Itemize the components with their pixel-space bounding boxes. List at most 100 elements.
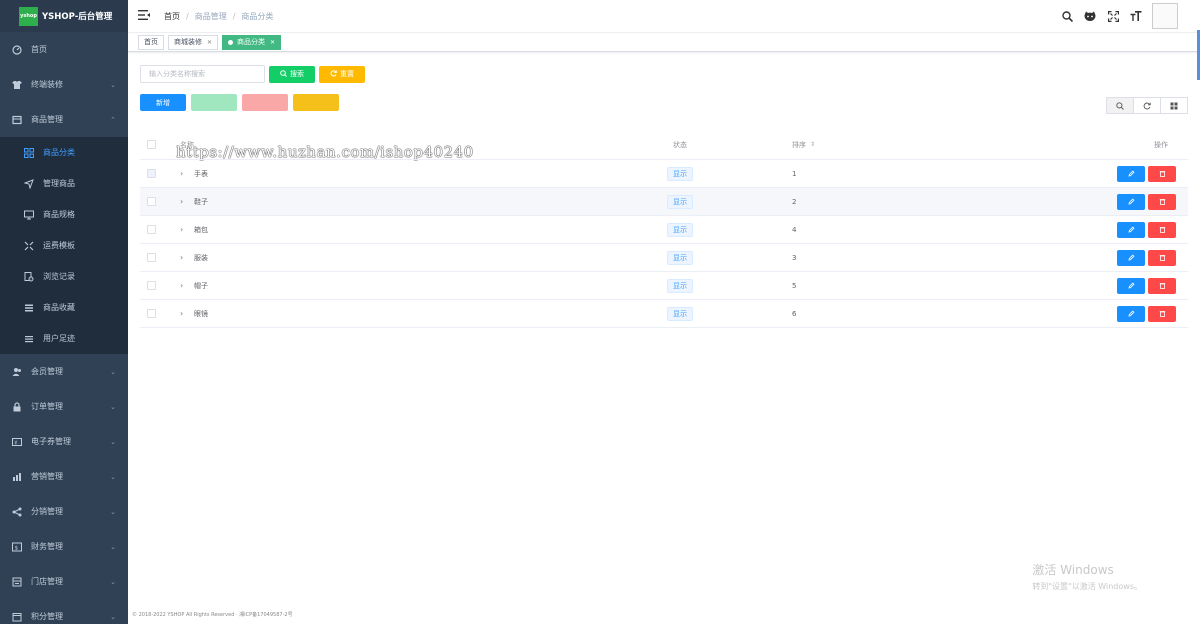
- hamburger-icon[interactable]: [138, 9, 152, 23]
- row-delete-button[interactable]: [1148, 277, 1176, 294]
- fullscreen-icon[interactable]: [1106, 9, 1120, 23]
- header-sort-label: 排序: [792, 140, 806, 149]
- coupon-icon: ¥: [12, 437, 22, 447]
- row-delete-button[interactable]: [1148, 249, 1176, 266]
- main-content: 输入分类名称搜索 搜索 重置 新增 https://www.huzhan.com…: [128, 52, 1200, 624]
- sidebar-item-home[interactable]: 首页: [0, 32, 128, 67]
- sidebar-item-specs[interactable]: 商品规格: [0, 199, 128, 230]
- sidebar-item-products[interactable]: 商品管理 ⌃: [0, 102, 128, 137]
- sidebar-item-shipping[interactable]: 运费模板: [0, 230, 128, 261]
- row-checkbox[interactable]: [147, 281, 156, 290]
- sidebar-item-finance[interactable]: $ 财务管理 ⌄: [0, 529, 128, 564]
- chevron-right-icon[interactable]: ›: [180, 169, 190, 178]
- sidebar-item-manage-products[interactable]: 管理商品: [0, 168, 128, 199]
- close-icon[interactable]: ✕: [270, 39, 275, 46]
- table-row[interactable]: › 手表 显示 1: [140, 160, 1188, 188]
- points-icon: [12, 612, 22, 622]
- row-checkbox[interactable]: [147, 169, 156, 178]
- row-delete-button[interactable]: [1148, 221, 1176, 238]
- trash-icon: [1159, 199, 1165, 205]
- github-icon[interactable]: [1083, 9, 1097, 23]
- chevron-right-icon[interactable]: ›: [180, 309, 190, 318]
- sidebar-item-favorites[interactable]: 商品收藏: [0, 292, 128, 323]
- delete-button[interactable]: [242, 94, 288, 111]
- chevron-down-icon: ⌄: [110, 80, 116, 89]
- search-icon[interactable]: [1060, 9, 1074, 23]
- breadcrumb-products[interactable]: 商品管理: [195, 11, 227, 22]
- chevron-right-icon[interactable]: ›: [180, 253, 190, 262]
- chevron-right-icon[interactable]: ›: [180, 225, 190, 234]
- row-checkbox[interactable]: [147, 253, 156, 262]
- status-badge: 显示: [667, 250, 693, 265]
- export-button[interactable]: [293, 94, 339, 111]
- row-delete-button[interactable]: [1148, 305, 1176, 322]
- category-search-input[interactable]: 输入分类名称搜索: [140, 65, 265, 83]
- row-checkbox[interactable]: [147, 309, 156, 318]
- add-button[interactable]: 新增: [140, 94, 186, 111]
- search-button[interactable]: 搜索: [269, 65, 315, 83]
- row-checkbox[interactable]: [147, 225, 156, 234]
- table-row[interactable]: › 服装 显示 3: [140, 244, 1188, 272]
- sort-icon[interactable]: ⇕: [810, 141, 815, 148]
- search-bar: 输入分类名称搜索 搜索 重置: [140, 65, 365, 83]
- sidebar-item-label: 首页: [31, 45, 47, 54]
- row-name: 帽子: [194, 281, 208, 290]
- sidebar-item-label: 管理商品: [43, 179, 75, 188]
- table-row[interactable]: › 鞋子 显示 2: [140, 188, 1188, 216]
- row-delete-button[interactable]: [1148, 165, 1176, 182]
- sidebar-item-history[interactable]: 浏览记录: [0, 261, 128, 292]
- tag-home[interactable]: 首页: [138, 34, 164, 50]
- sidebar-item-points[interactable]: 积分管理 ⌄: [0, 599, 128, 624]
- font-size-icon[interactable]: [1129, 9, 1143, 23]
- row-sort: 3: [792, 253, 797, 262]
- chevron-right-icon[interactable]: ›: [180, 197, 190, 206]
- select-all-checkbox[interactable]: [147, 140, 156, 149]
- action-toolbar: 新增: [140, 94, 344, 111]
- grid-icon: [24, 147, 34, 158]
- sidebar-item-footprints[interactable]: 用户足迹: [0, 323, 128, 354]
- row-delete-button[interactable]: [1148, 193, 1176, 210]
- columns-button[interactable]: [1160, 97, 1188, 114]
- avatar[interactable]: [1152, 3, 1178, 29]
- status-badge: 显示: [667, 222, 693, 237]
- chevron-right-icon[interactable]: ›: [180, 281, 190, 290]
- reset-button[interactable]: 重置: [319, 65, 365, 83]
- row-edit-button[interactable]: [1117, 221, 1145, 238]
- sidebar-item-stores[interactable]: 门店管理 ⌄: [0, 564, 128, 599]
- sidebar-item-label: 营销管理: [31, 472, 63, 481]
- breadcrumb-home[interactable]: 首页: [164, 11, 180, 22]
- sidebar-item-category[interactable]: 商品分类: [0, 137, 128, 168]
- breadcrumb-separator: /: [232, 11, 236, 21]
- users-icon: [12, 367, 22, 377]
- sidebar-item-members[interactable]: 会员管理 ⌄: [0, 354, 128, 389]
- header-sort[interactable]: 排序 ⇕: [760, 140, 1100, 150]
- submenu-products: 商品分类 管理商品 商品规格 运费模板 浏览记录 商品收藏 用户足迹: [0, 137, 128, 354]
- sidebar-item-decoration[interactable]: 终端装修 ⌄: [0, 67, 128, 102]
- toggle-search-button[interactable]: [1106, 97, 1134, 114]
- expand-icon: [24, 241, 34, 251]
- monitor-icon: [24, 210, 34, 220]
- chevron-down-icon: ⌄: [110, 542, 116, 551]
- sidebar-item-distribution[interactable]: 分销管理 ⌄: [0, 494, 128, 529]
- row-edit-button[interactable]: [1117, 249, 1145, 266]
- chevron-down-icon: ⌄: [110, 402, 116, 411]
- row-checkbox[interactable]: [147, 197, 156, 206]
- row-edit-button[interactable]: [1117, 193, 1145, 210]
- refresh-button[interactable]: [1133, 97, 1161, 114]
- table-row[interactable]: › 眼镜 显示 6: [140, 300, 1188, 328]
- sidebar: yshop YSHOP-后台管理 首页 终端装修 ⌄ 商品管理 ⌃ 商品分类 管…: [0, 0, 128, 624]
- tag-category[interactable]: 商品分类 ✕: [222, 34, 282, 50]
- row-edit-button[interactable]: [1117, 165, 1145, 182]
- close-icon[interactable]: ✕: [207, 39, 212, 46]
- search-icon: [1116, 101, 1124, 110]
- row-edit-button[interactable]: [1117, 305, 1145, 322]
- table-row[interactable]: › 帽子 显示 5: [140, 272, 1188, 300]
- logo-bar[interactable]: yshop YSHOP-后台管理: [0, 0, 128, 32]
- edit-button[interactable]: [191, 94, 237, 111]
- table-row[interactable]: › 箱包 显示 4: [140, 216, 1188, 244]
- sidebar-item-marketing[interactable]: 营销管理 ⌄: [0, 459, 128, 494]
- row-edit-button[interactable]: [1117, 277, 1145, 294]
- sidebar-item-orders[interactable]: 订单管理 ⌄: [0, 389, 128, 424]
- sidebar-item-coupons[interactable]: ¥ 电子券管理 ⌄: [0, 424, 128, 459]
- tag-decoration[interactable]: 商城装修 ✕: [168, 34, 219, 50]
